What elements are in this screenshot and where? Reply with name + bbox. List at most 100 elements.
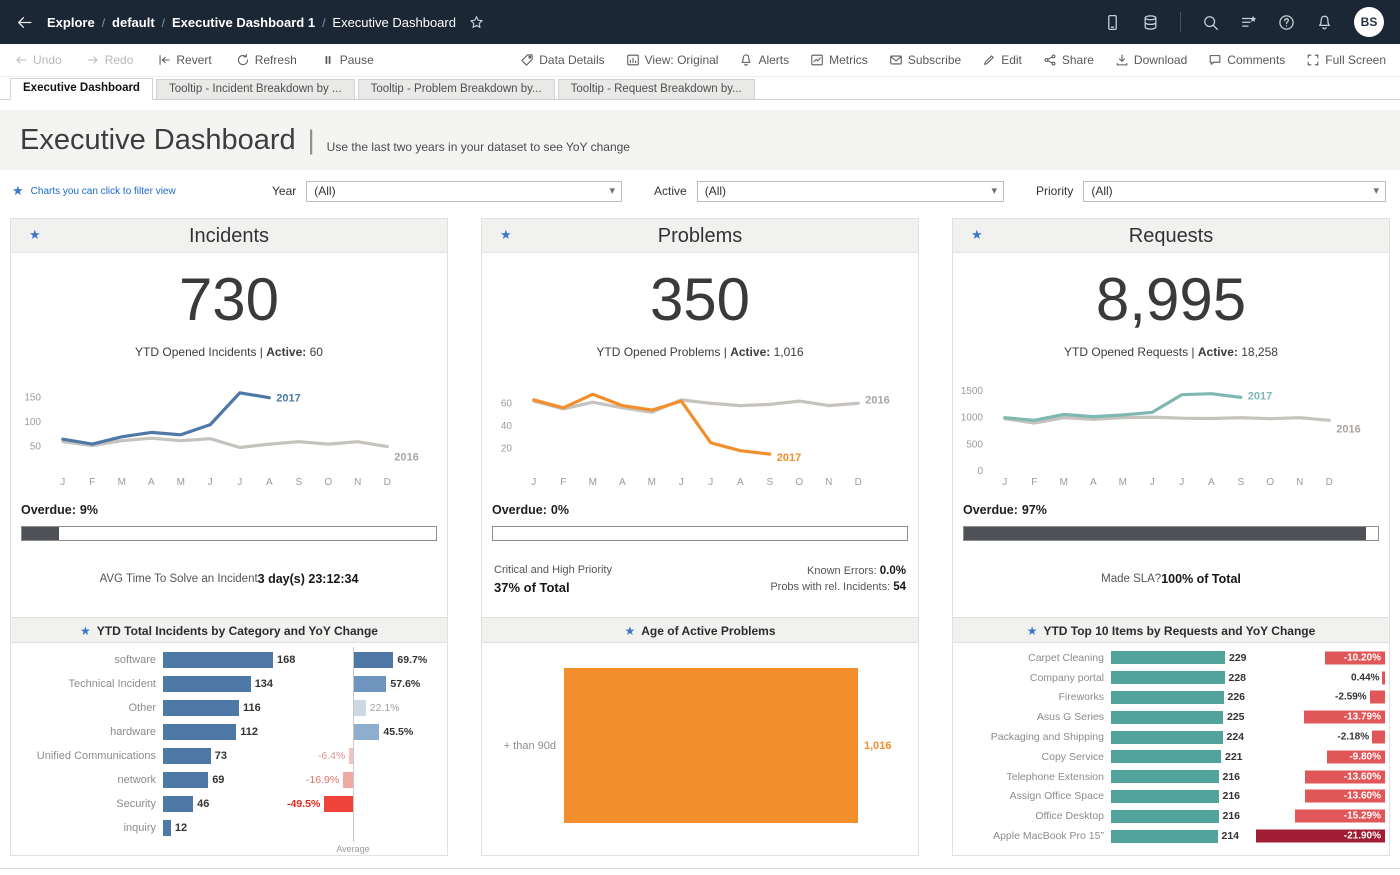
data-details-button[interactable]: Data Details	[520, 53, 604, 67]
bar-row[interactable]: Copy Service221-9.80%	[953, 747, 1389, 767]
value-bar[interactable]	[1111, 810, 1219, 823]
requests-trend-chart[interactable]: 050010001500JFMAMJJASOND20162017	[953, 373, 1389, 493]
bar-row[interactable]: Packaging and Shipping224-2.18%	[953, 727, 1389, 747]
value-bar[interactable]	[1111, 830, 1218, 843]
yoy-bar[interactable]	[353, 676, 386, 692]
view-original-button[interactable]: View: Original	[626, 53, 719, 67]
yoy-bar[interactable]	[353, 724, 379, 740]
bar-row[interactable]: Fireworks226-2.59%	[953, 688, 1389, 708]
value-bar[interactable]	[1111, 750, 1221, 763]
series-2017-line[interactable]	[1005, 394, 1241, 421]
yoy-bar[interactable]	[1372, 731, 1385, 744]
device-preview-icon[interactable]	[1104, 14, 1121, 31]
avatar[interactable]: BS	[1354, 7, 1384, 37]
year-filter-value: (All)	[314, 184, 335, 198]
bar-row[interactable]: inquiry12	[11, 816, 447, 840]
yoy-bar[interactable]	[1382, 671, 1385, 684]
value-bar[interactable]	[163, 772, 208, 788]
redo-button[interactable]: Redo	[86, 53, 134, 67]
incidents-category-chart[interactable]: software16869.7%Technical Incident13457.…	[11, 643, 447, 855]
tab-tooltip-request[interactable]: Tooltip - Request Breakdown by...	[558, 79, 755, 99]
value-bar[interactable]	[1111, 790, 1219, 803]
priority-filter-select[interactable]: (All)	[1083, 181, 1386, 202]
series-2016-line[interactable]	[534, 400, 859, 412]
bar-row[interactable]: Security46-49.5%	[11, 792, 447, 816]
back-button[interactable]	[16, 14, 33, 31]
bar-row[interactable]: Telephone Extension216-13.60%	[953, 767, 1389, 787]
data-source-icon[interactable]	[1142, 14, 1159, 31]
yoy-bar[interactable]	[324, 796, 353, 812]
value-bar[interactable]	[1111, 651, 1225, 664]
bar-row[interactable]: Unified Communications73-6.4%	[11, 744, 447, 768]
edit-button[interactable]: Edit	[982, 53, 1022, 67]
bar-row[interactable]: Technical Incident13457.6%	[11, 672, 447, 696]
overdue-row: Overdue:0%	[492, 503, 908, 520]
revert-button[interactable]: Revert	[157, 53, 211, 67]
series-2017-line[interactable]	[63, 393, 269, 444]
help-icon[interactable]	[1278, 14, 1295, 31]
metrics-button[interactable]: Metrics	[810, 53, 868, 67]
bar-row[interactable]: + than 90d1,016	[482, 648, 918, 855]
bar-row[interactable]: Office Desktop216-15.29%	[953, 806, 1389, 826]
problems-trend-chart[interactable]: 204060JFMAMJJASOND20162017	[482, 373, 918, 493]
bar-row[interactable]: Apple MacBook Pro 15”214-21.90%	[953, 826, 1389, 846]
active-filter-select[interactable]: (All)	[697, 181, 1004, 202]
requests-top10-chart[interactable]: Carpet Cleaning229-10.20%Company portal2…	[953, 643, 1389, 855]
year-filter-select[interactable]: (All)	[306, 181, 622, 202]
tab-tooltip-incident[interactable]: Tooltip - Incident Breakdown by ...	[156, 79, 355, 99]
breadcrumb-workbook[interactable]: Executive Dashboard 1	[172, 15, 315, 30]
value-bar[interactable]	[163, 796, 193, 812]
value-bar[interactable]	[1111, 691, 1224, 704]
value-bar[interactable]	[163, 700, 239, 716]
value-bar[interactable]	[1111, 770, 1219, 783]
breadcrumb-default[interactable]: default	[112, 15, 155, 30]
svg-text:M: M	[589, 477, 597, 488]
bar-row[interactable]: Company portal2280.44%	[953, 668, 1389, 688]
refresh-button[interactable]: Refresh	[236, 53, 297, 67]
pause-button[interactable]: Pause	[321, 53, 374, 67]
yoy-bar[interactable]	[1370, 691, 1385, 704]
bar-row[interactable]: Assign Office Space216-13.60%	[953, 787, 1389, 807]
series-2017-line[interactable]	[534, 394, 770, 454]
bar-row[interactable]: hardware11245.5%	[11, 720, 447, 744]
alerts-button[interactable]: Alerts	[739, 53, 789, 67]
activity-feed-icon[interactable]	[1240, 14, 1257, 31]
value-bar[interactable]	[1111, 671, 1225, 684]
value-bar[interactable]	[163, 652, 273, 668]
value-bar[interactable]	[564, 668, 858, 823]
section-title: YTD Top 10 Items by Requests and YoY Cha…	[1043, 624, 1315, 638]
tab-tooltip-problem[interactable]: Tooltip - Problem Breakdown by...	[358, 79, 555, 99]
value-bar[interactable]	[163, 724, 236, 740]
value-bar[interactable]	[163, 748, 211, 764]
incidents-trend-chart[interactable]: 50100150JFMAMJJASOND20162017	[11, 373, 447, 493]
yoy-bar[interactable]	[353, 652, 393, 668]
value-bar[interactable]	[163, 676, 251, 692]
bar-row[interactable]: network69-16.9%	[11, 768, 447, 792]
subscribe-button[interactable]: Subscribe	[889, 53, 961, 67]
value-bar[interactable]	[1111, 711, 1223, 724]
undo-button[interactable]: Undo	[14, 53, 62, 67]
category-label: Apple MacBook Pro 15”	[953, 830, 1111, 842]
download-button[interactable]: Download	[1115, 53, 1187, 67]
value-label: 69	[212, 774, 224, 786]
yoy-bar[interactable]	[343, 772, 353, 788]
yoy-label: 69.7%	[397, 654, 427, 666]
value-bar[interactable]	[1111, 731, 1223, 744]
notifications-bell-icon[interactable]	[1316, 14, 1333, 31]
bar-row[interactable]: Other11622.1%	[11, 696, 447, 720]
value-bar[interactable]	[163, 820, 171, 836]
search-icon[interactable]	[1202, 14, 1219, 31]
comments-button[interactable]: Comments	[1208, 53, 1285, 67]
breadcrumb-explore[interactable]: Explore	[47, 15, 95, 30]
bar-row[interactable]: Asus G Series225-13.79%	[953, 707, 1389, 727]
share-button[interactable]: Share	[1043, 53, 1094, 67]
favorite-star-icon[interactable]	[469, 15, 484, 30]
bar-row[interactable]: software16869.7%	[11, 648, 447, 672]
bar-row[interactable]: Carpet Cleaning229-10.20%	[953, 648, 1389, 668]
star-icon	[971, 226, 983, 244]
section-header: Age of Active Problems	[482, 617, 918, 643]
tab-executive-dashboard[interactable]: Executive Dashboard	[10, 78, 153, 100]
problems-age-chart[interactable]: + than 90d1,016	[482, 643, 918, 855]
yoy-bar[interactable]	[353, 700, 366, 716]
full-screen-button[interactable]: Full Screen	[1306, 53, 1386, 67]
